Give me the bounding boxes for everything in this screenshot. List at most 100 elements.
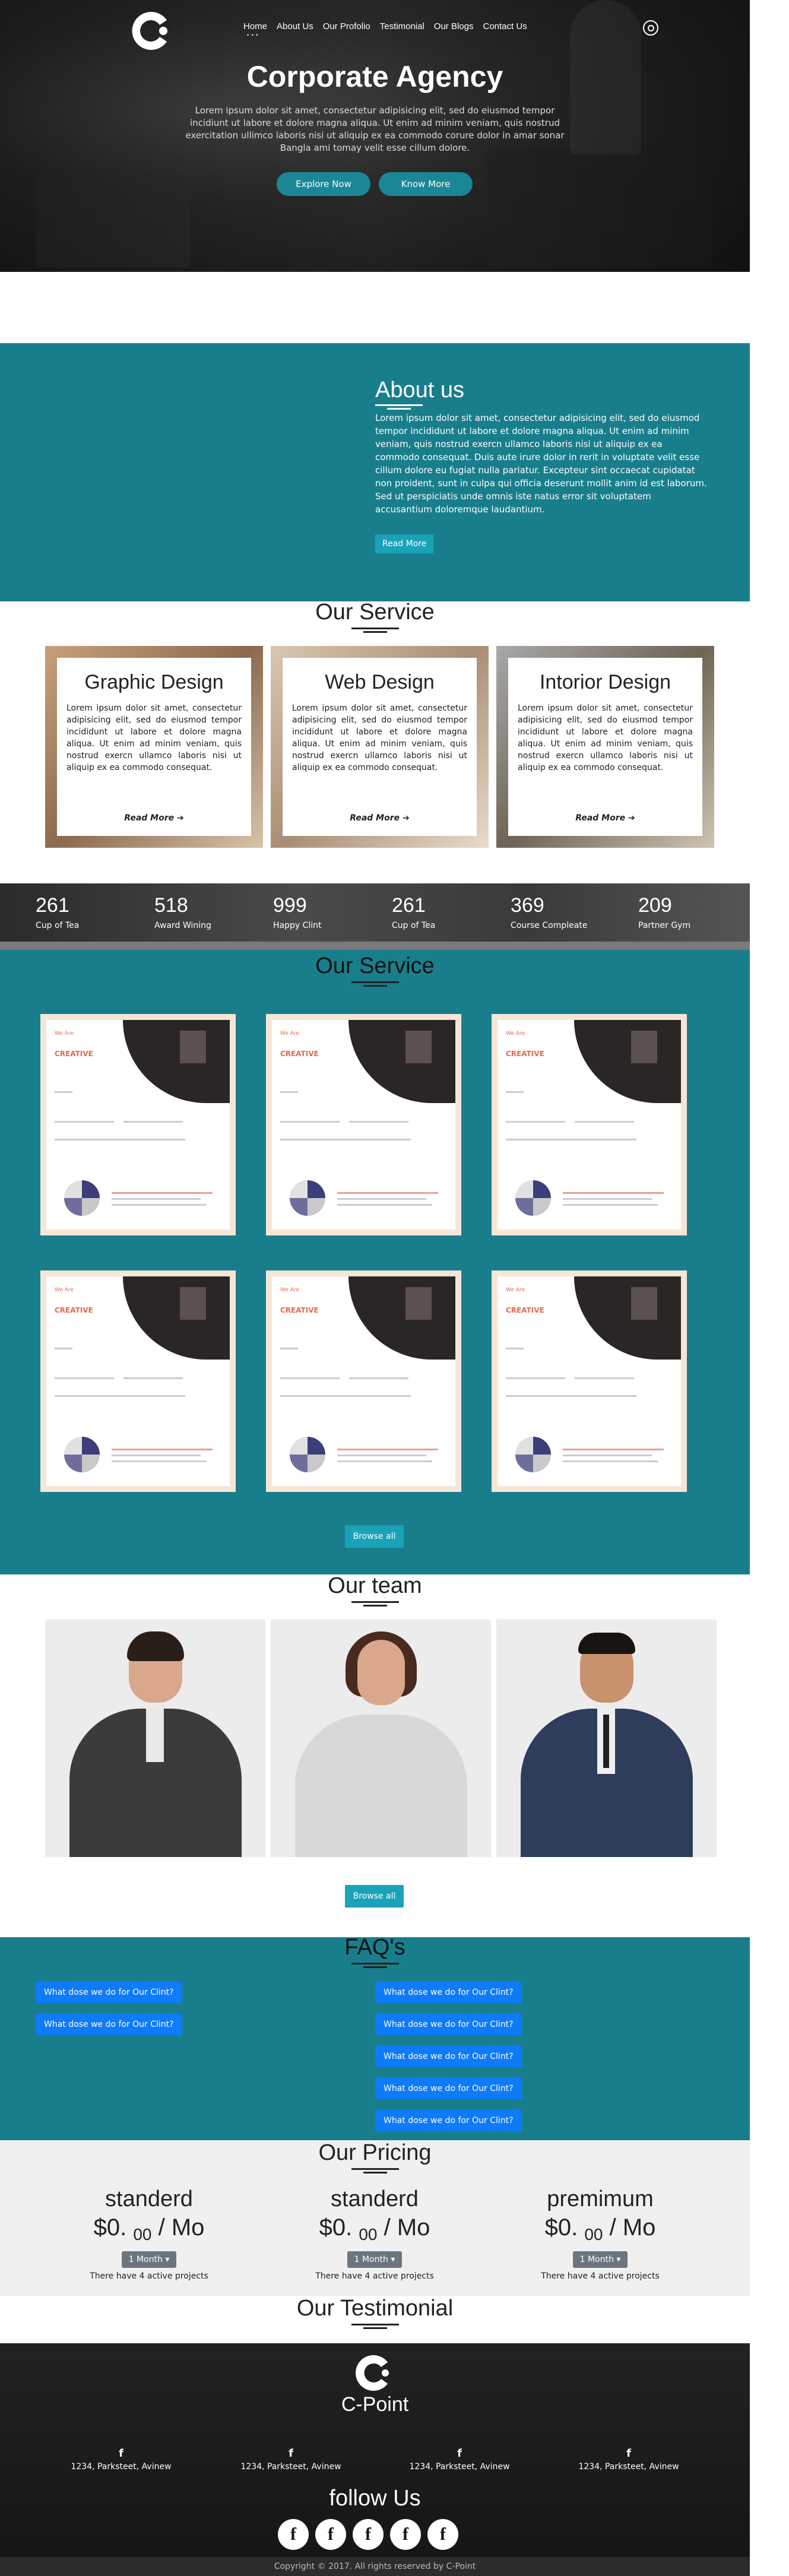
service-card-text: Lorem ipsum dolor sit amet, consectetur … — [292, 704, 467, 772]
know-more-button[interactable]: Know More — [379, 172, 473, 196]
facebook-icon[interactable]: f — [283, 2445, 299, 2462]
follow-us-title: follow Us — [329, 2486, 421, 2511]
team-member-card[interactable] — [496, 1620, 717, 1857]
facebook-icon[interactable]: f — [620, 2445, 637, 2462]
team-member-blazer — [294, 1715, 467, 1857]
team-member-card[interactable] — [271, 1620, 491, 1857]
portfolio-thumbnail[interactable]: We Are CREATIVE — [40, 1014, 236, 1235]
portfolio-thumbnail[interactable]: We Are CREATIVE — [266, 1270, 461, 1492]
footer-address: 1234, Parksteet, Avinew — [71, 2462, 172, 2472]
price-main: $0. — [544, 2214, 578, 2241]
facebook-icon[interactable]: f — [353, 2519, 384, 2550]
portfolio-thumbnail[interactable]: We Are CREATIVE — [492, 1014, 687, 1235]
portfolio-line — [563, 1449, 664, 1450]
faq-question[interactable]: What dose we do for Our Clint? — [375, 2110, 522, 2131]
portfolio-small-text: We Are — [506, 1031, 525, 1037]
service-card-web[interactable]: Web Design Lorem ipsum dolor sit amet, c… — [271, 646, 489, 848]
dropdown-value: 1 Month — [128, 2255, 163, 2264]
footer: C-Point f f f f 1234, Parksteet, Avinew … — [0, 2343, 750, 2576]
faq-question[interactable]: What dose we do for Our Clint? — [375, 2078, 522, 2099]
facebook-icon[interactable]: f — [390, 2519, 421, 2550]
portfolio-line — [112, 1449, 213, 1450]
title-underline — [351, 1963, 399, 1968]
portfolio-arc — [348, 1276, 455, 1360]
nav-home[interactable]: Home — [243, 21, 267, 38]
nav-blogs[interactable]: Our Blogs — [434, 21, 474, 31]
facebook-icon[interactable]: f — [427, 2519, 458, 2550]
faq-section: FAQ's What dose we do for Our Clint? Wha… — [0, 1935, 750, 2140]
portfolio-line — [55, 1348, 72, 1349]
team-member-card[interactable] — [45, 1620, 265, 1857]
portfolio-line — [563, 1204, 658, 1206]
testimonial-title-text: Our Testimonial — [296, 2296, 454, 2321]
team-member-face — [357, 1640, 405, 1705]
stat-label: Award Wining — [154, 921, 211, 930]
price-main: $0. — [93, 2214, 127, 2241]
service-card-title: Web Design — [325, 671, 435, 693]
portfolio-line — [337, 1449, 438, 1450]
stat-item: 261 Cup of Tea — [392, 894, 435, 930]
nav-contact[interactable]: Contact Us — [483, 21, 527, 31]
pricing-title: Our Pricing — [0, 2140, 750, 2173]
read-more-label: Read More — [350, 813, 400, 823]
footer-logo-icon[interactable] — [349, 2353, 400, 2394]
portfolio-photo — [180, 1031, 206, 1063]
plan-name: standerd — [105, 2187, 193, 2211]
browse-all-button[interactable]: Browse all — [345, 1525, 404, 1548]
facebook-icon[interactable]: f — [113, 2445, 129, 2462]
portfolio-small-text: We Are — [280, 1287, 299, 1293]
portfolio-arc — [574, 1276, 681, 1360]
period-dropdown[interactable]: 1 Month ▾ — [572, 2251, 628, 2268]
faq-question[interactable]: What dose we do for Our Clint? — [375, 1982, 522, 2003]
team-browse-all-button[interactable]: Browse all — [345, 1885, 404, 1908]
faq-question[interactable]: What dose we do for Our Clint? — [375, 2014, 522, 2035]
faq-question[interactable]: What dose we do for Our Clint? — [36, 2014, 182, 2035]
service-read-more-link[interactable]: Read More ➔ — [57, 813, 251, 823]
service-read-more-link[interactable]: Read More ➔ — [283, 813, 477, 823]
portfolio-line — [112, 1204, 207, 1206]
portfolio-thumbnail[interactable]: We Are CREATIVE — [40, 1270, 236, 1492]
service-card-text: Lorem ipsum dolor sit amet, consectetur … — [66, 704, 242, 772]
portfolio-line — [337, 1460, 432, 1462]
faq-question[interactable]: What dose we do for Our Clint? — [36, 1982, 182, 2003]
stat-label: Happy Clint — [273, 921, 322, 930]
period-dropdown[interactable]: 1 Month ▾ — [347, 2251, 403, 2268]
service-card-graphic[interactable]: Graphic Design Lorem ipsum dolor sit ame… — [45, 646, 263, 848]
period-dropdown[interactable]: 1 Month ▾ — [121, 2251, 177, 2268]
facebook-icon[interactable]: f — [451, 2445, 468, 2462]
services-title-text: Our Service — [315, 600, 435, 625]
price-cents: 00 — [584, 2225, 603, 2244]
testimonial-section: Our Testimonial — [0, 2296, 750, 2343]
portfolio-thumbnail[interactable]: We Are CREATIVE — [492, 1270, 687, 1492]
explore-now-button[interactable]: Explore Now — [277, 172, 370, 196]
service-read-more-link[interactable]: Read More ➔ — [508, 813, 702, 823]
logo-icon[interactable] — [128, 7, 175, 55]
faq-question[interactable]: What dose we do for Our Clint? — [375, 2046, 522, 2067]
portfolio-line — [506, 1121, 565, 1123]
arrow-right-icon: ➔ — [403, 813, 410, 823]
nav-portfolio[interactable]: Our Profolio — [323, 21, 370, 31]
portfolio-doc: We Are CREATIVE — [272, 1276, 455, 1486]
copyright: Copyright © 2017. All rights reserved by… — [0, 2557, 750, 2576]
portfolio-doc: We Are CREATIVE — [498, 1276, 681, 1486]
team-member-hair — [126, 1631, 184, 1661]
read-more-button[interactable]: Read More — [375, 534, 434, 553]
footer-address: 1234, Parksteet, Avinew — [578, 2462, 679, 2472]
facebook-icon[interactable]: f — [315, 2519, 346, 2550]
nav-testimonial[interactable]: Testimonial — [380, 21, 424, 31]
service-card-interior[interactable]: Intorior Design Lorem ipsum dolor sit am… — [496, 646, 714, 848]
caret-down-icon: ▾ — [165, 2255, 170, 2264]
main-nav: Home About Us Our Profolio Testimonial O… — [243, 21, 527, 38]
testimonial-title: Our Testimonial — [0, 2296, 750, 2329]
nav-about[interactable]: About Us — [277, 21, 313, 31]
facebook-icon[interactable]: f — [278, 2519, 309, 2550]
portfolio-thumbnail[interactable]: We Are CREATIVE — [266, 1014, 461, 1235]
search-icon[interactable] — [643, 20, 658, 36]
portfolio-big-text: CREATIVE — [55, 1050, 93, 1058]
plan-description: There have 4 active projects — [90, 2271, 208, 2281]
portfolio-photo — [631, 1287, 657, 1320]
portfolio-arc — [574, 1020, 681, 1103]
portfolio-big-text: CREATIVE — [55, 1306, 93, 1314]
plan-price: $0. 00 / Mo — [268, 2214, 481, 2244]
portfolio-small-text: We Are — [280, 1031, 299, 1037]
